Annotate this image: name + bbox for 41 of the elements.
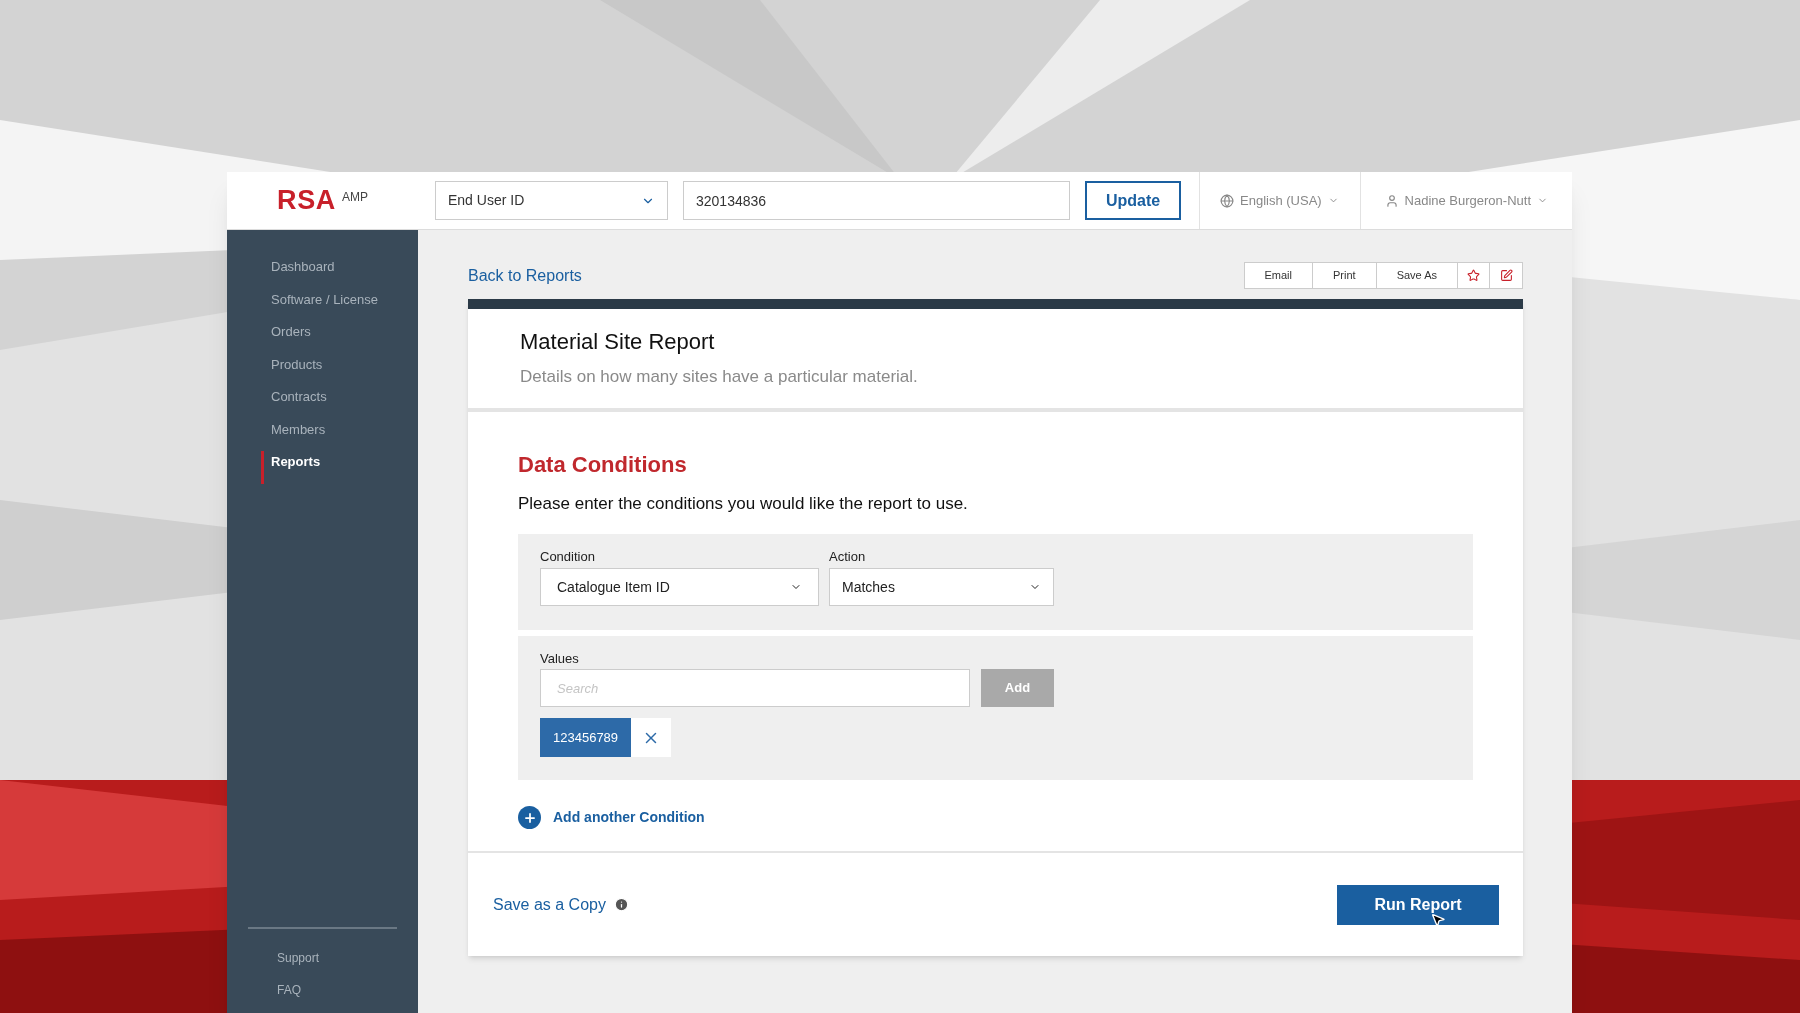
field-label: Action [829,548,867,566]
star-icon [1467,269,1480,282]
search-field[interactable]: Search [540,669,970,707]
nav-item[interactable]: Dashboard [227,256,418,289]
nav-item[interactable]: Reports [261,451,418,484]
info-icon [613,897,629,912]
footer-link[interactable]: FAQ [227,981,418,1013]
back-link[interactable]: Back to Reports [468,263,582,288]
toolbar-button[interactable]: Print [1313,263,1377,288]
nav-item[interactable]: Contracts [227,386,418,419]
report-subtitle: Details on how many sites have a particular material. [520,366,919,388]
nav-item[interactable]: Products [227,353,418,386]
report-title: Material Site Report [520,328,716,356]
add-condition-link[interactable]: Add another Condition [518,806,705,829]
save-copy-link[interactable]: Save as a Copy [493,892,606,917]
user-menu[interactable]: Nadine Burgeron-Nutt [1384,190,1548,211]
id-value-field[interactable]: 320134836 [683,181,1070,220]
logo: RSA [276,187,336,214]
nav-item[interactable]: Orders [227,321,418,354]
section-heading: Data Conditions [518,450,688,479]
user-icon [1384,193,1399,208]
footer-link[interactable]: Support [227,949,418,981]
value-tag: 123456789 [540,718,632,757]
edit-icon [1499,269,1513,282]
id-type-dropdown[interactable]: End User ID [435,181,668,220]
instructions: Please enter the conditions you would like the report to use. [518,492,969,515]
toolbar-button[interactable]: Save As [1376,263,1458,288]
plus-icon [518,806,541,829]
update-button[interactable]: Update [1085,181,1181,220]
field-label: Condition [540,548,596,566]
condition-dropdown[interactable]: Catalogue Item ID [540,568,819,606]
nav-item[interactable]: Software / License [227,288,418,321]
run-report-button[interactable]: Run Report [1337,884,1499,925]
cursor-icon [1430,911,1446,928]
language-menu[interactable]: English (USA) [1220,190,1339,211]
action-dropdown[interactable]: Matches [829,568,1054,606]
globe-icon [1220,193,1234,208]
logo-suffix: AMP [342,188,368,206]
nav-item[interactable]: Members [227,418,418,451]
field-label: Values [540,650,580,668]
toolbar-button[interactable]: Email [1244,263,1313,288]
